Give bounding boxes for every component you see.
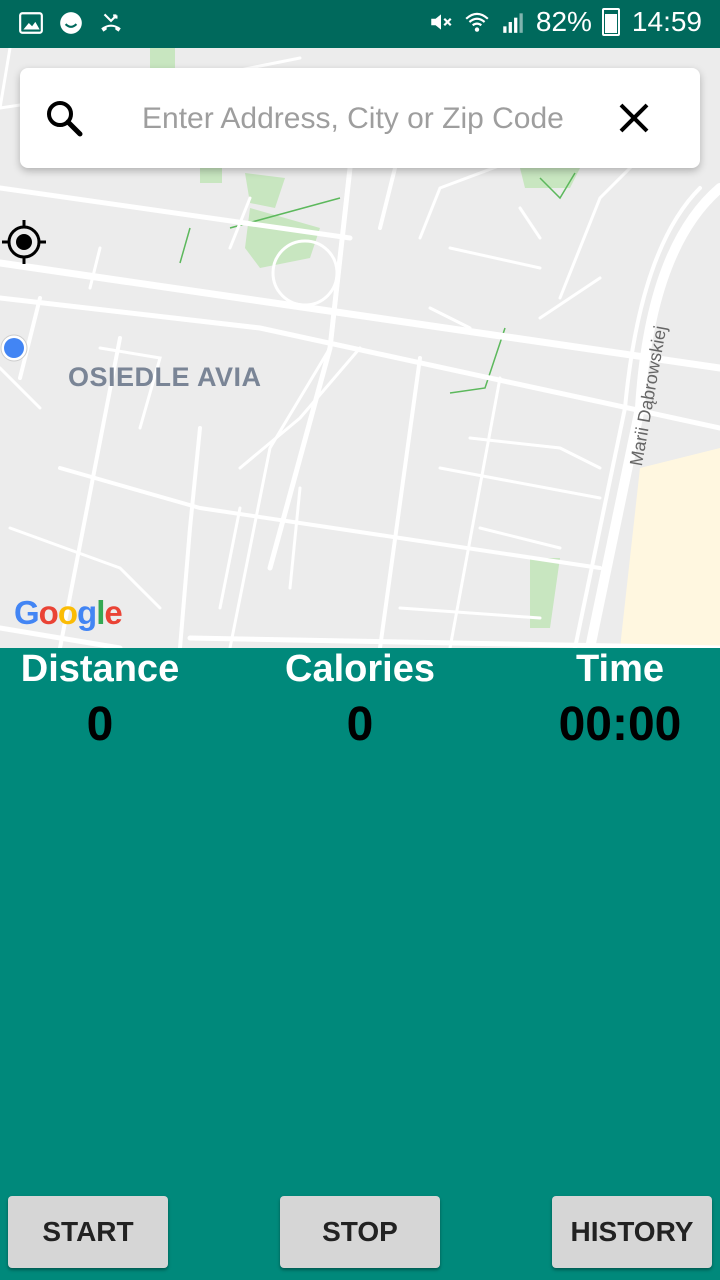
stop-button[interactable]: STOP bbox=[280, 1196, 440, 1268]
distance-label: Distance bbox=[20, 648, 180, 690]
wifi-icon bbox=[465, 12, 489, 32]
search-icon[interactable] bbox=[44, 98, 84, 138]
area-label: OSIEDLE AVIA bbox=[68, 362, 262, 392]
calories-value: 0 bbox=[346, 698, 374, 751]
battery-icon bbox=[601, 8, 620, 36]
user-location-dot bbox=[0, 334, 28, 362]
history-button[interactable]: HISTORY bbox=[552, 1196, 712, 1268]
time-value: 00:00 bbox=[558, 698, 682, 751]
google-logo: Google bbox=[14, 594, 123, 631]
distance-stat: Distance 0 bbox=[0, 648, 220, 760]
calories-label: Calories bbox=[285, 648, 435, 690]
start-button[interactable]: START bbox=[8, 1196, 168, 1268]
my-location-icon[interactable] bbox=[0, 218, 48, 266]
clock: 14:59 bbox=[631, 6, 702, 37]
status-bar: 82% 14:59 bbox=[0, 0, 720, 48]
mute-icon bbox=[431, 14, 452, 30]
time-label: Time bbox=[575, 648, 664, 690]
distance-value: 0 bbox=[86, 698, 114, 751]
status-left-icons bbox=[18, 10, 124, 36]
image-icon bbox=[19, 12, 43, 34]
missed-call-icon bbox=[101, 13, 121, 32]
calories-stat: Calories 0 bbox=[240, 648, 480, 760]
search-input[interactable] bbox=[140, 96, 604, 142]
time-stat: Time 00:00 bbox=[500, 648, 720, 760]
search-bar bbox=[20, 68, 700, 168]
smiley-icon bbox=[60, 12, 82, 34]
status-right: 82% 14:59 bbox=[428, 6, 702, 38]
battery-percent: 82% bbox=[535, 6, 592, 37]
close-icon[interactable] bbox=[614, 98, 654, 138]
signal-icon bbox=[503, 13, 523, 33]
